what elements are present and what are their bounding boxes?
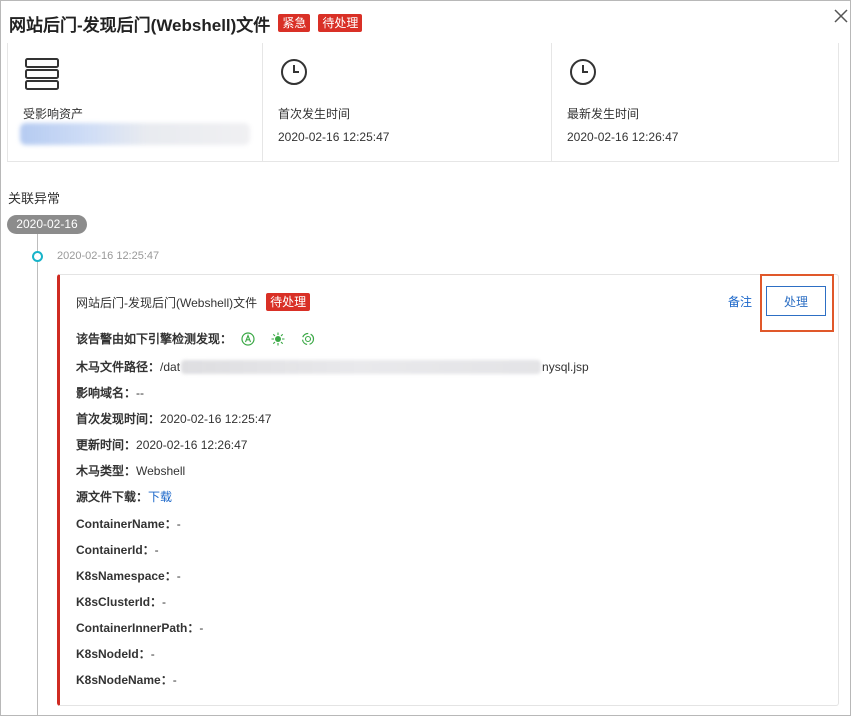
container-id-label: ContainerId： [76, 543, 155, 557]
last-time-value: 2020-02-16 12:26:47 [567, 130, 679, 144]
k8s-node-name-row: K8sNodeName： - [76, 671, 177, 688]
engine-a-icon [241, 331, 255, 346]
path-value-redacted [181, 359, 542, 374]
server-icon [25, 58, 59, 90]
container-name-row: ContainerName： - [76, 515, 181, 532]
path-row: 木马文件路径： /dat nysql.jsp [76, 358, 589, 375]
engine-sun-icon [271, 332, 285, 345]
domain-row: 影响域名： -- [76, 384, 144, 401]
close-icon[interactable] [832, 7, 850, 25]
download-label: 源文件下载： [76, 490, 149, 504]
path-value-suffix: nysql.jsp [542, 359, 589, 374]
type-label: 木马类型： [76, 464, 137, 478]
first-time-value: 2020-02-16 12:25:47 [278, 130, 390, 144]
download-row: 源文件下载： 下载 [76, 488, 172, 505]
type-row: 木马类型： Webshell [76, 462, 185, 479]
container-path-row: ContainerInnerPath： - [76, 619, 203, 636]
first-time-card: 首次发生时间 2020-02-16 12:25:47 [262, 43, 551, 161]
panel-header: 网站后门-发现后门(Webshell)文件 紧急 待处理 [9, 11, 363, 35]
container-id-value: - [154, 542, 159, 557]
event-card: 网站后门-发现后门(Webshell)文件 待处理 备注 处理 该告警由如下引擎… [57, 274, 839, 706]
summary-cards: 受影响资产 首次发生时间 2020-02-16 12:25:47 最新发生时间 … [7, 43, 839, 162]
timeline-time: 2020-02-16 12:25:47 [57, 250, 160, 262]
download-link[interactable]: 下载 [148, 488, 172, 505]
container-path-value: - [199, 620, 204, 635]
timeline-line [37, 234, 38, 715]
event-status-badge: 待处理 [266, 293, 311, 311]
timeline-dot [32, 251, 43, 262]
k8s-namespace-value: - [176, 568, 181, 583]
k8s-node-id-value: - [150, 646, 155, 661]
k8s-node-name-value: - [172, 672, 177, 687]
k8s-cluster-row: K8sClusterId： - [76, 593, 166, 610]
note-link[interactable]: 备注 [728, 293, 752, 310]
status-badge: 待处理 [318, 14, 363, 32]
type-value: Webshell [136, 463, 186, 478]
affected-asset-card: 受影响资产 [8, 43, 262, 161]
k8s-cluster-value: - [162, 594, 167, 609]
asset-label: 受影响资产 [23, 107, 84, 121]
container-name-value: - [176, 516, 181, 531]
first-time-label: 首次发生时间 [278, 107, 351, 121]
k8s-node-id-label: K8sNodeId： [76, 647, 151, 661]
container-id-row: ContainerId： - [76, 541, 159, 558]
domain-label: 影响域名： [76, 386, 137, 400]
first-found-row: 首次发现时间： 2020-02-16 12:25:47 [76, 410, 271, 427]
k8s-node-id-row: K8sNodeId： - [76, 645, 155, 662]
path-value-prefix: /dat [160, 359, 181, 374]
k8s-node-name-label: K8sNodeName： [76, 673, 173, 687]
timeline-date-chip: 2020-02-16 [7, 215, 87, 234]
engines-row: 该告警由如下引擎检测发现： [76, 330, 321, 347]
updated-label: 更新时间： [76, 438, 137, 452]
clock-icon [281, 59, 307, 85]
k8s-namespace-row: K8sNamespace： - [76, 567, 181, 584]
first-found-value: 2020-02-16 12:25:47 [160, 411, 272, 426]
last-time-card: 最新发生时间 2020-02-16 12:26:47 [551, 43, 838, 161]
path-label: 木马文件路径： [76, 360, 161, 374]
event-title: 网站后门-发现后门(Webshell)文件 [76, 295, 258, 310]
section-title: 关联异常 [8, 191, 61, 206]
updated-row: 更新时间： 2020-02-16 12:26:47 [76, 436, 247, 453]
k8s-namespace-label: K8sNamespace： [76, 569, 177, 583]
updated-value: 2020-02-16 12:26:47 [136, 437, 248, 452]
page-title: 网站后门-发现后门(Webshell)文件 [9, 15, 271, 35]
alert-detail-panel: 网站后门-发现后门(Webshell)文件 紧急 待处理 受影响资产 首次发生时… [0, 0, 851, 716]
severity-badge: 紧急 [278, 14, 311, 32]
engine-cycle-icon [301, 332, 315, 345]
container-path-label: ContainerInnerPath： [76, 621, 200, 635]
clock-icon [570, 59, 596, 85]
container-name-label: ContainerName： [76, 517, 177, 531]
k8s-cluster-label: K8sClusterId： [76, 595, 163, 609]
handle-button[interactable]: 处理 [766, 286, 826, 316]
asset-value-redacted [20, 123, 250, 145]
first-found-label: 首次发现时间： [76, 412, 161, 426]
engines-label: 该告警由如下引擎检测发现： [76, 332, 233, 346]
last-time-label: 最新发生时间 [567, 107, 640, 121]
domain-value: -- [136, 385, 145, 400]
event-title-row: 网站后门-发现后门(Webshell)文件 待处理 [76, 293, 311, 311]
